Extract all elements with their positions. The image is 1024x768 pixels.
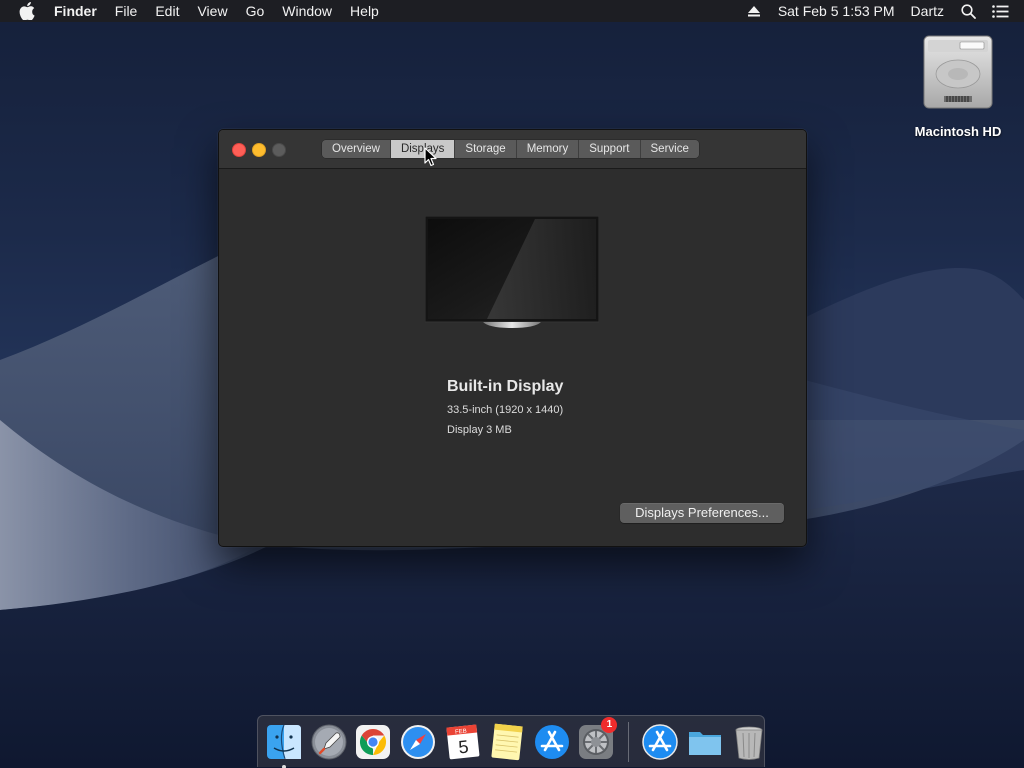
dock-safari[interactable] — [398, 722, 438, 762]
tab-overview[interactable]: Overview — [322, 140, 391, 158]
display-memory: Display 3 MB — [447, 424, 512, 436]
dock-separator — [627, 721, 629, 762]
dock-trash[interactable] — [729, 722, 769, 762]
eject-icon[interactable] — [744, 0, 764, 22]
menu-bar: Finder File Edit View Go Window Help Sat… — [0, 0, 1024, 22]
app-store-icon — [642, 723, 678, 760]
dock-downloads-folder[interactable] — [685, 722, 725, 762]
tab-service[interactable]: Service — [640, 140, 699, 158]
hard-drive-icon — [920, 34, 996, 110]
menubar-user[interactable]: Dartz — [903, 0, 952, 22]
window-titlebar[interactable]: Overview Displays Storage Memory Support… — [219, 130, 806, 169]
displays-preferences-button[interactable]: Displays Preferences... — [620, 503, 784, 523]
tab-support[interactable]: Support — [579, 140, 641, 158]
folder-icon — [688, 731, 721, 755]
menu-edit[interactable]: Edit — [146, 0, 188, 22]
running-indicator — [282, 764, 287, 768]
menu-help[interactable]: Help — [341, 0, 388, 22]
notification-center-icon[interactable] — [990, 0, 1010, 22]
display-resolution: 33.5-inch (1920 x 1440) — [447, 404, 564, 416]
desktop-icon-macintosh-hd[interactable]: Macintosh HD — [906, 34, 1010, 139]
disk-label: Macintosh HD — [914, 124, 1002, 139]
menu-go[interactable]: Go — [237, 0, 274, 22]
calendar-day: 5 — [457, 736, 469, 757]
dock-app-store-stack[interactable] — [640, 722, 680, 762]
display-illustration — [424, 215, 600, 330]
dock: FEB 5 1 — [257, 715, 765, 768]
apple-menu-icon[interactable] — [18, 2, 36, 20]
close-button[interactable] — [232, 143, 246, 157]
dock-calendar[interactable]: FEB 5 — [443, 722, 483, 762]
zoom-button — [272, 143, 286, 157]
chrome-icon — [356, 724, 391, 759]
launchpad-icon — [311, 724, 347, 759]
safari-icon — [401, 724, 436, 759]
dock-finder[interactable] — [264, 722, 304, 768]
dock-notes[interactable] — [487, 722, 527, 762]
display-info: Built-in Display 33.5-inch (1920 x 1440)… — [447, 378, 563, 444]
tab-memory[interactable]: Memory — [516, 140, 580, 158]
minimize-button[interactable] — [252, 143, 266, 157]
dock-launchpad[interactable] — [309, 722, 349, 762]
finder-icon — [267, 724, 302, 759]
menu-window[interactable]: Window — [273, 0, 341, 22]
calendar-icon: FEB 5 — [446, 724, 480, 759]
trash-icon — [735, 726, 763, 760]
menu-file[interactable]: File — [106, 0, 147, 22]
notes-icon — [491, 723, 523, 760]
menu-app-finder[interactable]: Finder — [52, 0, 106, 22]
spotlight-search-icon[interactable] — [958, 0, 978, 22]
menu-view[interactable]: View — [188, 0, 236, 22]
dock-chrome[interactable] — [353, 722, 393, 762]
about-this-mac-window: Overview Displays Storage Memory Support… — [218, 129, 807, 547]
app-store-icon — [534, 724, 569, 759]
dock-app-store[interactable] — [532, 722, 572, 762]
display-name: Built-in Display — [447, 378, 564, 395]
calendar-month: FEB — [455, 728, 467, 735]
menubar-clock[interactable]: Sat Feb 5 1:53 PM — [770, 0, 903, 22]
segmented-tab-control: Overview Displays Storage Memory Support… — [322, 140, 699, 158]
mouse-cursor-icon — [424, 147, 438, 167]
notification-badge: 1 — [601, 716, 618, 733]
tab-storage[interactable]: Storage — [455, 140, 517, 158]
dock-system-preferences[interactable]: 1 — [576, 716, 618, 762]
